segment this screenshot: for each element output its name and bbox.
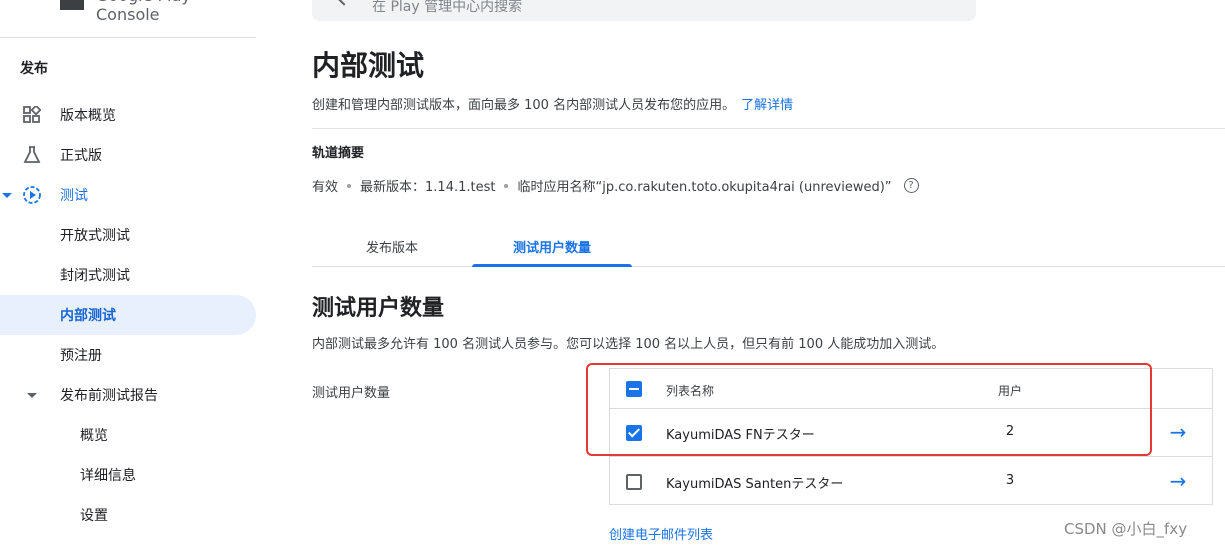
sidebar-item-label: 设置 (80, 508, 108, 524)
brand-header: Google Play Console (0, 0, 256, 24)
table-header-row: 列表名称 用户 (610, 369, 1212, 409)
sidebar-item-details[interactable]: 详细信息 (0, 455, 256, 495)
separator-dot (504, 183, 509, 188)
learn-more-link[interactable]: 了解详情 (741, 98, 793, 113)
column-header-name: 列表名称 (666, 384, 715, 398)
dashboard-icon (22, 105, 42, 125)
sidebar-item-overview[interactable]: 概览 (0, 415, 256, 455)
sidebar-item-label: 概览 (80, 428, 108, 444)
sidebar-item-pre-launch-report[interactable]: 发布前测试报告 (0, 375, 256, 415)
sidebar-item-settings[interactable]: 设置 (0, 495, 256, 535)
page-description-text: 创建和管理内部测试版本，面向最多 100 名内部测试人员发布您的应用。 (312, 98, 736, 113)
sidebar-item-release-overview[interactable]: 版本概览 (0, 95, 256, 135)
expand-caret-icon[interactable] (27, 393, 37, 398)
watermark: CSDN @小白_fxy (1064, 520, 1188, 538)
column-header-users: 用户 (997, 384, 1022, 398)
track-summary-info: 有效 最新版本：1.14.1.test 临时应用名称“jp.co.rakuten… (312, 176, 919, 195)
play-circle-icon (22, 185, 42, 205)
table-row: KayumiDAS FNテスター 2 → (610, 409, 1212, 457)
section-title: 测试用户数量 (312, 296, 445, 321)
tab-releases[interactable]: 发布版本 (312, 226, 472, 266)
sidebar-item-pre-registration[interactable]: 预注册 (0, 335, 256, 375)
arrow-right-icon[interactable]: → (1168, 422, 1188, 442)
sidebar-item-label: 详细信息 (80, 468, 136, 484)
user-count: 3 (1005, 473, 1015, 488)
select-all-checkbox[interactable] (626, 381, 642, 397)
email-lists-table: 列表名称 用户 KayumiDAS FNテスター 2 → KayumiDAS S… (609, 368, 1213, 505)
tab-bar: 发布版本 测试用户数量 (312, 226, 1225, 267)
track-app-name: 临时应用名称“jp.co.rakuten.toto.okupita4rai (u… (517, 180, 892, 195)
sidebar-item-label: 版本概览 (60, 108, 116, 124)
sidebar-item-testing[interactable]: 测试 (0, 175, 256, 215)
sidebar-section-label: 发布 (20, 61, 48, 77)
track-status: 有效 (312, 180, 339, 195)
track-summary-title: 轨道摘要 (312, 146, 365, 161)
table-row: KayumiDAS Santenテスター 3 → (610, 458, 1212, 505)
sidebar-divider (0, 37, 256, 38)
expand-caret-icon[interactable] (2, 193, 12, 198)
sidebar-item-label: 开放式测试 (60, 228, 130, 244)
sidebar-item-label: 发布前测试报告 (60, 388, 158, 404)
brand-title: Google Play Console (96, 0, 191, 24)
testers-field-label: 测试用户数量 (312, 386, 391, 401)
page-description: 创建和管理内部测试版本，面向最多 100 名内部测试人员发布您的应用。 了解详情 (312, 94, 793, 113)
flask-icon (22, 145, 42, 165)
user-count: 2 (1005, 424, 1015, 439)
create-email-list-link[interactable]: 创建电子邮件列表 (609, 524, 713, 543)
sidebar-item-label: 预注册 (60, 348, 102, 364)
sidebar-item-closed-testing[interactable]: 封闭式测试 (0, 255, 256, 295)
section-description: 内部测试最多允许有 100 名测试人员参与。您可以选择 100 名以上人员，但只… (312, 337, 945, 352)
sidebar-item-label: 测试 (60, 188, 88, 204)
tab-testers[interactable]: 测试用户数量 (472, 226, 632, 267)
search-placeholder: 在 Play 管理中心内搜索 (372, 0, 523, 15)
help-icon[interactable]: ? (903, 178, 919, 193)
list-name: KayumiDAS FNテスター (666, 428, 815, 443)
separator-dot (347, 183, 352, 188)
sidebar-item-internal-testing[interactable]: 内部测试 (0, 295, 256, 335)
sidebar-item-label: 正式版 (60, 148, 102, 164)
sidebar: Google Play Console 发布 版本概览 正式版 测试 开放式测试… (0, 0, 256, 548)
list-name: KayumiDAS Santenテスター (666, 477, 844, 492)
arrow-right-icon[interactable]: → (1168, 471, 1188, 491)
menu-icon[interactable] (22, 0, 40, 8)
row-checkbox[interactable] (626, 425, 642, 441)
sidebar-item-open-testing[interactable]: 开放式测试 (0, 215, 256, 255)
back-arrow-icon[interactable] (338, 0, 350, 6)
play-console-logo-icon (60, 0, 84, 10)
sidebar-item-label: 内部测试 (60, 308, 116, 324)
sidebar-item-label: 封闭式测试 (60, 268, 130, 284)
divider (312, 128, 1225, 129)
row-checkbox[interactable] (626, 474, 642, 490)
track-version: 最新版本：1.14.1.test (360, 180, 496, 195)
sidebar-item-production[interactable]: 正式版 (0, 135, 256, 175)
page-title: 内部测试 (312, 49, 425, 82)
search-input[interactable]: 在 Play 管理中心内搜索 (312, 0, 976, 21)
